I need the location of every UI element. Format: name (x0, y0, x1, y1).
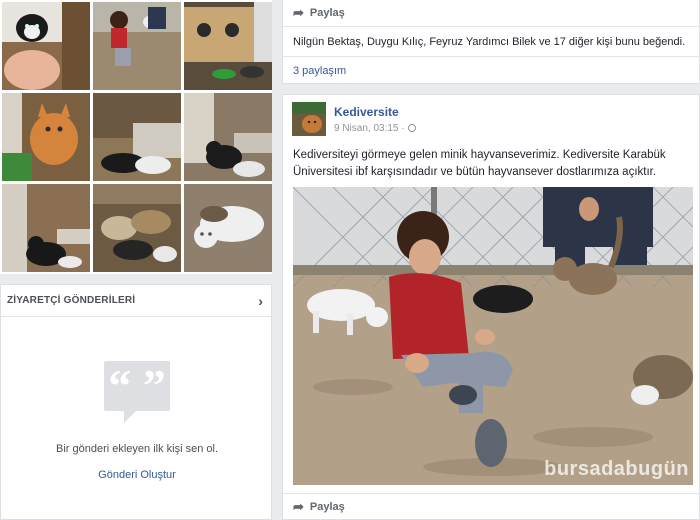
visitor-posts-title: ZİYARETÇİ GÖNDERİLERİ (7, 295, 136, 306)
post-card: Kediversite 9 Nisan, 03:15 · Kediversite… (282, 94, 700, 520)
photo-thumb-9[interactable] (184, 184, 272, 272)
page-avatar[interactable] (292, 102, 326, 136)
cat-shelter-photo (184, 2, 272, 90)
post-share-button[interactable]: ➦ Paylaş (283, 493, 700, 519)
previous-post-footer: ➦ Paylaş Nilgün Bektaş, Duygu Kılıç, Fey… (282, 0, 700, 84)
svg-text:“ ”: “ ” (108, 361, 166, 411)
share-label: Paylaş (309, 7, 345, 19)
photo-thumb-1[interactable] (2, 2, 90, 90)
orange-cat-photo (2, 93, 90, 181)
post-photo[interactable]: bursadabugün (293, 187, 693, 485)
share-arrow-icon: ➦ (293, 498, 304, 514)
quote-icon: “ ” (104, 361, 170, 423)
globe-icon (407, 124, 416, 133)
black-cat-photo (184, 93, 272, 181)
share-button[interactable]: ➦ Paylaş (283, 0, 699, 26)
child-with-cats-photo (93, 2, 181, 90)
photo-thumb-6[interactable] (184, 93, 272, 181)
chevron-right-icon[interactable]: › (258, 293, 263, 309)
visitor-posts-header[interactable]: ZİYARETÇİ GÖNDERİLERİ › (1, 285, 271, 317)
photo-thumb-5[interactable] (93, 93, 181, 181)
photo-thumb-2[interactable] (93, 2, 181, 90)
visitor-posts-empty-text: Bir gönderi ekleyen ilk kişi sen ol. (55, 443, 219, 455)
post-meta: 9 Nisan, 03:15 · (334, 123, 416, 134)
child-with-cats-photo (293, 187, 693, 485)
photo-thumb-7[interactable] (2, 184, 90, 272)
cats-in-shelter-photo (93, 184, 181, 272)
photo-thumb-8[interactable] (93, 184, 181, 272)
white-cat-photo (184, 184, 272, 272)
page-name-link[interactable]: Kediversite (334, 105, 399, 119)
likes-summary[interactable]: Nilgün Bektaş, Duygu Kılıç, Feyruz Yardı… (283, 26, 699, 56)
photo-thumb-4[interactable] (2, 93, 90, 181)
photo-thumb-3[interactable] (184, 2, 272, 90)
watermark-text: bursadabugün (544, 458, 689, 480)
visitor-posts-panel: ZİYARETÇİ GÖNDERİLERİ › “ ” Bir gönderi … (0, 284, 272, 520)
cats-sleeping-photo (93, 93, 181, 181)
post-text: Kediversiteyi görmeye gelen minik hayvan… (293, 149, 666, 178)
post-share-label: Paylaş (309, 500, 345, 513)
photo-grid (0, 0, 272, 274)
share-arrow-icon: ➦ (293, 5, 304, 20)
post-timestamp[interactable]: 9 Nisan, 03:15 · (334, 123, 405, 134)
black-cat-with-kitten-photo (2, 184, 90, 272)
cat-avatar-icon (292, 102, 326, 136)
create-post-link[interactable]: Gönderi Oluştur (1, 469, 273, 481)
kitten-photo (2, 2, 90, 90)
shares-count[interactable]: 3 paylaşım (283, 56, 699, 84)
